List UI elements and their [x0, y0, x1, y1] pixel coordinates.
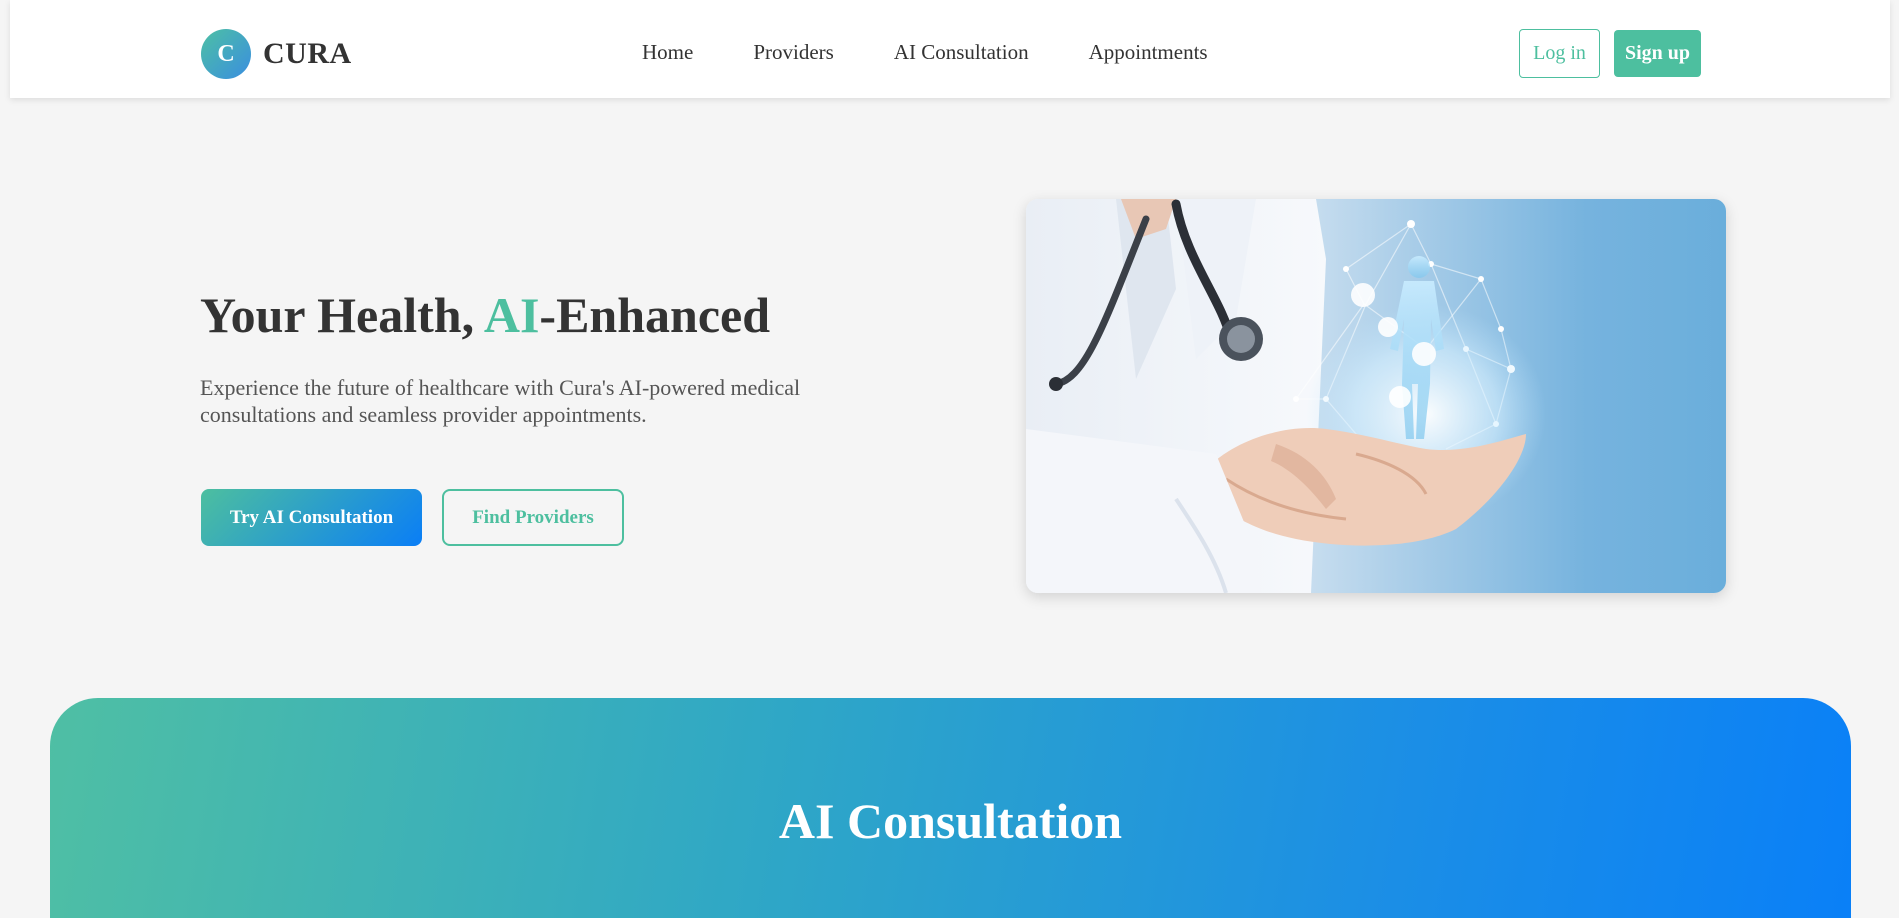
brand[interactable]: C CURA	[201, 29, 352, 79]
brand-name: CURA	[263, 37, 352, 70]
nav-link-ai-consultation[interactable]: AI Consultation	[894, 40, 1029, 65]
hero-image	[1026, 199, 1726, 593]
brand-logo-icon: C	[201, 29, 251, 79]
hero-title-end: -Enhanced	[539, 287, 771, 343]
nav-link-providers[interactable]: Providers	[753, 40, 834, 65]
hero-title-accent: AI	[483, 287, 540, 343]
hero-subtitle: Experience the future of healthcare with…	[200, 375, 801, 427]
try-ai-consultation-button[interactable]: Try AI Consultation	[201, 489, 422, 546]
ai-consultation-section-title: AI Consultation	[778, 793, 1123, 849]
doctor-holding-hologram-icon	[1026, 199, 1546, 593]
top-navbar: C CURA Home Providers AI Consultation Ap…	[10, 0, 1890, 98]
main-nav: Home Providers AI Consultation Appointme…	[642, 40, 1268, 65]
hero-title: Your Health, AI-Enhanced	[200, 286, 770, 344]
signup-button[interactable]: Sign up	[1614, 30, 1701, 77]
find-providers-button[interactable]: Find Providers	[442, 489, 624, 546]
nav-link-appointments[interactable]: Appointments	[1089, 40, 1208, 65]
hero-title-start: Your Health,	[200, 287, 484, 343]
ai-consultation-section: AI Consultation	[50, 698, 1851, 918]
nav-link-home[interactable]: Home	[642, 40, 693, 65]
login-button[interactable]: Log in	[1519, 29, 1600, 78]
